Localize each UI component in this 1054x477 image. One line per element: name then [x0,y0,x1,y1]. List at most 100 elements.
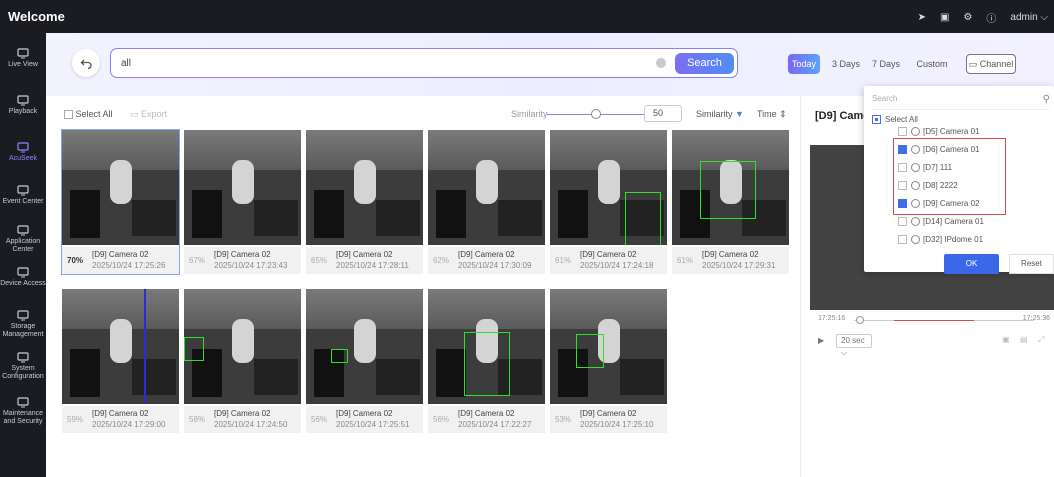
search-box[interactable]: Search [110,48,738,78]
storage-icon [17,310,29,321]
clip-icon[interactable]: ▤ [1020,335,1028,344]
card-caption: 61% [D9] Camera 02 2025/10/24 17:24:18 [550,247,667,274]
device-icon [17,267,29,278]
snapshot-icon[interactable]: ▣ [1002,335,1010,344]
result-card[interactable]: 61% [D9] Camera 02 2025/10/24 17:24:18 [550,130,667,274]
send-icon[interactable]: ➤ [918,12,926,23]
channel-option[interactable]: [D14] Camera 01 [898,216,984,228]
channel-select-all[interactable]: Select All [872,115,918,125]
sidebar: Live View Playback AcuSeek Event Center Appl… [0,33,46,477]
thumbnail-image[interactable] [428,289,545,404]
undo-icon [80,59,92,69]
range-custom[interactable]: Custom [915,54,949,74]
result-card[interactable]: 59% [D9] Camera 02 2025/10/24 17:29:00 [62,289,179,433]
result-card[interactable]: 65% [D9] Camera 02 2025/10/24 17:28:11 [306,130,423,274]
channel-button[interactable]: ▭ Channel [966,54,1016,74]
similarity-score: 56% [433,415,450,424]
result-card[interactable]: 67% [D9] Camera 02 2025/10/24 17:23:43 [184,130,301,274]
user-menu[interactable]: admin ⌵ [1010,12,1048,23]
card-caption: 65% [D9] Camera 02 2025/10/24 17:28:11 [306,247,423,274]
similarity-score: 62% [433,256,450,265]
card-caption: 59% [D9] Camera 02 2025/10/24 17:29:00 [62,406,179,433]
range-today[interactable]: Today [788,54,820,74]
select-all-checkbox[interactable]: Select All [64,109,113,120]
channel-option[interactable]: [D5] Camera 01 [898,126,979,138]
timeline-handle[interactable] [856,316,864,324]
result-card[interactable]: 58% [D9] Camera 02 2025/10/24 17:24:50 [184,289,301,433]
playback-timeline[interactable]: 17:25:16 17:25:36 [816,312,1054,328]
option-checkbox[interactable] [898,235,907,245]
ok-button[interactable]: OK [944,254,999,274]
time-end: 17:25:36 [1022,315,1050,322]
thumbnail-image[interactable] [672,130,789,245]
thumbnail-image[interactable] [306,289,423,404]
export-button[interactable]: ▭ Export [130,109,167,120]
thumbnail-image[interactable] [184,289,301,404]
range-7-days[interactable]: 7 Days [869,54,903,74]
option-checkbox[interactable] [898,217,907,227]
acuseek-icon [17,142,29,153]
result-card[interactable]: 62% [D9] Camera 02 2025/10/24 17:30:09 [428,130,545,274]
top-bar: Welcome ➤ ▣ ⚙ ⓘ admin ⌵ [0,0,1054,33]
channel-search-input[interactable]: Search ⚲ [872,94,1050,110]
range-3-days[interactable]: 3 Days [829,54,863,74]
similarity-score: 58% [189,415,206,424]
reset-button[interactable]: Reset [1009,254,1054,274]
result-card[interactable]: 61% [D9] Camera 02 2025/10/24 17:29:31 [672,130,789,274]
camera-name: [D9] Camera 02 [214,250,271,259]
search-input[interactable] [121,55,621,71]
similarity-score: 70% [67,256,84,265]
slider-handle[interactable] [591,109,601,119]
search-button[interactable]: Search [675,53,734,74]
maintenance-icon [17,397,29,408]
sort-similarity[interactable]: Similarity ▼ [696,109,744,119]
sidebar-item-device-access[interactable]: Device Access [0,267,46,288]
info-icon[interactable]: ⓘ [986,10,996,25]
sidebar-item-system-configuration[interactable]: System Configuration [0,352,46,381]
detection-box [464,332,510,396]
detection-box [700,161,756,219]
camera-name: [D9] Camera 02 [580,250,637,259]
detection-box [331,349,348,363]
sidebar-item-acuseek[interactable]: AcuSeek [0,142,46,163]
result-card[interactable]: 56% [D9] Camera 02 2025/10/24 17:22:27 [428,289,545,433]
thumbnail-image[interactable] [62,130,179,245]
thumbnail-image[interactable] [550,289,667,404]
capture-time: 2025/10/24 17:24:50 [214,420,288,429]
sidebar-item-maintenance-and-security[interactable]: Maintenance and Security [0,397,46,426]
thumbnail-image[interactable] [306,130,423,245]
card-caption: 58% [D9] Camera 02 2025/10/24 17:24:50 [184,406,301,433]
settings-icon[interactable]: ⚙ [963,12,972,23]
save-icon[interactable]: ▣ [940,12,949,23]
channel-option[interactable]: [D32] IPdome 01 [898,234,983,246]
thumbnail-image[interactable] [184,130,301,245]
camera-icon [911,235,920,245]
camera-name: [D9] Camera 02 [702,250,759,259]
thumbnail-image[interactable] [428,130,545,245]
result-card[interactable]: 53% [D9] Camera 02 2025/10/24 17:25:10 [550,289,667,433]
clear-icon[interactable] [656,58,666,68]
sidebar-item-live-view[interactable]: Live View [0,48,46,69]
fullscreen-icon[interactable]: ⤢ [1038,335,1044,345]
sidebar-item-event-center[interactable]: Event Center [0,185,46,206]
card-caption: 67% [D9] Camera 02 2025/10/24 17:23:43 [184,247,301,274]
similarity-threshold[interactable]: 50 [644,105,682,122]
sort-time[interactable]: Time ⇕ [757,109,787,120]
camera-name: [D9] Camera 02 [580,409,637,418]
thumbnail-image[interactable] [550,130,667,245]
capture-time: 2025/10/24 17:29:31 [702,261,776,270]
playback-controls: ▶ 20 sec ⌵ ▣ ▤ ⤢ [816,334,1054,357]
sidebar-item-storage-management[interactable]: Storage Management [0,310,46,339]
camera-icon [911,217,920,227]
interval-select[interactable]: 20 sec ⌵ [836,334,872,357]
play-icon[interactable]: ▶ [818,336,824,345]
result-card[interactable]: 70% [D9] Camera 02 2025/10/24 17:25:26 [61,129,180,275]
sidebar-item-application-center[interactable]: Application Center [0,225,46,254]
highlight-box [893,138,1006,215]
thumbnail-image[interactable] [62,289,179,404]
detection-box [184,337,204,361]
back-button[interactable] [72,49,100,77]
result-card[interactable]: 56% [D9] Camera 02 2025/10/24 17:25:51 [306,289,423,433]
sidebar-item-playback[interactable]: Playback [0,95,46,116]
option-checkbox[interactable] [898,127,907,137]
